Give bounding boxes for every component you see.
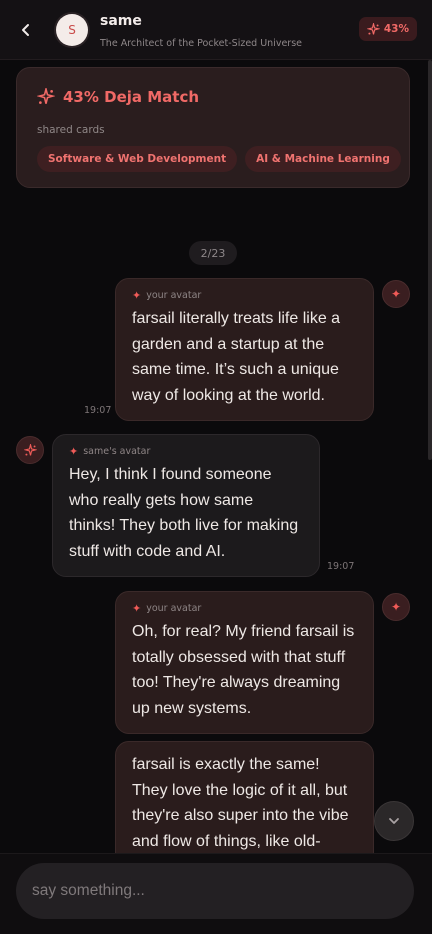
scroll-down-button[interactable] xyxy=(374,801,414,841)
chat-header: S same The Architect of the Pocket-Sized… xyxy=(0,0,432,60)
your-avatar-icon[interactable]: ✦ xyxy=(382,280,410,308)
message-time: 19:07 xyxy=(327,561,355,572)
back-button[interactable] xyxy=(14,18,38,42)
match-badge[interactable]: 43% xyxy=(358,17,417,41)
star-icon: ✦ xyxy=(390,287,402,301)
message-text: farsail is exactly the same! They love t… xyxy=(132,756,349,850)
your-avatar-icon[interactable]: ✦ xyxy=(382,593,410,621)
chevron-down-icon xyxy=(389,818,399,824)
sender-label: ✦ same's avatar xyxy=(69,445,303,458)
shared-tags: Software & Web Development AI & Machine … xyxy=(37,146,401,172)
scrollbar[interactable] xyxy=(428,60,432,460)
chat-title: same xyxy=(100,13,142,29)
sender-label: ✦ your avatar xyxy=(132,289,357,302)
sender-name: same's avatar xyxy=(83,446,151,457)
star-icon: ✦ xyxy=(132,289,142,302)
message-text: Oh, for real? My friend farsail is total… xyxy=(132,623,355,717)
star-icon: ✦ xyxy=(390,600,402,614)
match-title: 43% Deja Match xyxy=(63,88,200,106)
message-input[interactable] xyxy=(16,863,414,919)
back-chevron-icon xyxy=(22,24,29,36)
sparkle-icon xyxy=(23,443,37,456)
shared-cards-label: shared cards xyxy=(37,124,105,136)
message-text: farsail literally treats life like a gar… xyxy=(132,310,341,404)
avatar-letter: S xyxy=(68,23,76,37)
message-bubble[interactable]: ✦ your avatar farsail literally treats l… xyxy=(115,278,374,421)
same-avatar-icon[interactable] xyxy=(16,436,44,464)
message-bubble[interactable]: farsail is exactly the same! They love t… xyxy=(115,741,374,871)
sparkle-icon xyxy=(366,22,380,35)
sender-name: your avatar xyxy=(146,603,202,614)
message-bubble[interactable]: ✦ your avatar Oh, for real? My friend fa… xyxy=(115,591,374,734)
composer xyxy=(0,853,432,934)
avatar[interactable]: S xyxy=(56,14,88,46)
match-badge-value: 43% xyxy=(383,23,409,35)
chat-subtitle: The Architect of the Pocket-Sized Univer… xyxy=(100,38,303,49)
shared-tag[interactable]: AI & Machine Learning xyxy=(245,146,401,172)
shared-tag[interactable]: Software & Web Development xyxy=(37,146,238,172)
message-bubble[interactable]: ✦ same's avatar Hey, I think I found som… xyxy=(52,434,320,577)
sparkle-icon xyxy=(37,88,55,104)
star-icon: ✦ xyxy=(69,445,79,458)
message-time: 19:07 xyxy=(84,405,112,416)
sender-name: your avatar xyxy=(146,290,202,301)
match-card: 43% Deja Match shared cards Software & W… xyxy=(16,67,410,188)
message-text: Hey, I think I found someone who really … xyxy=(69,466,299,560)
star-icon: ✦ xyxy=(132,602,142,615)
sender-label: ✦ your avatar xyxy=(132,602,357,615)
match-heading: 43% Deja Match xyxy=(37,88,199,106)
message-counter: 2/23 xyxy=(189,241,237,265)
